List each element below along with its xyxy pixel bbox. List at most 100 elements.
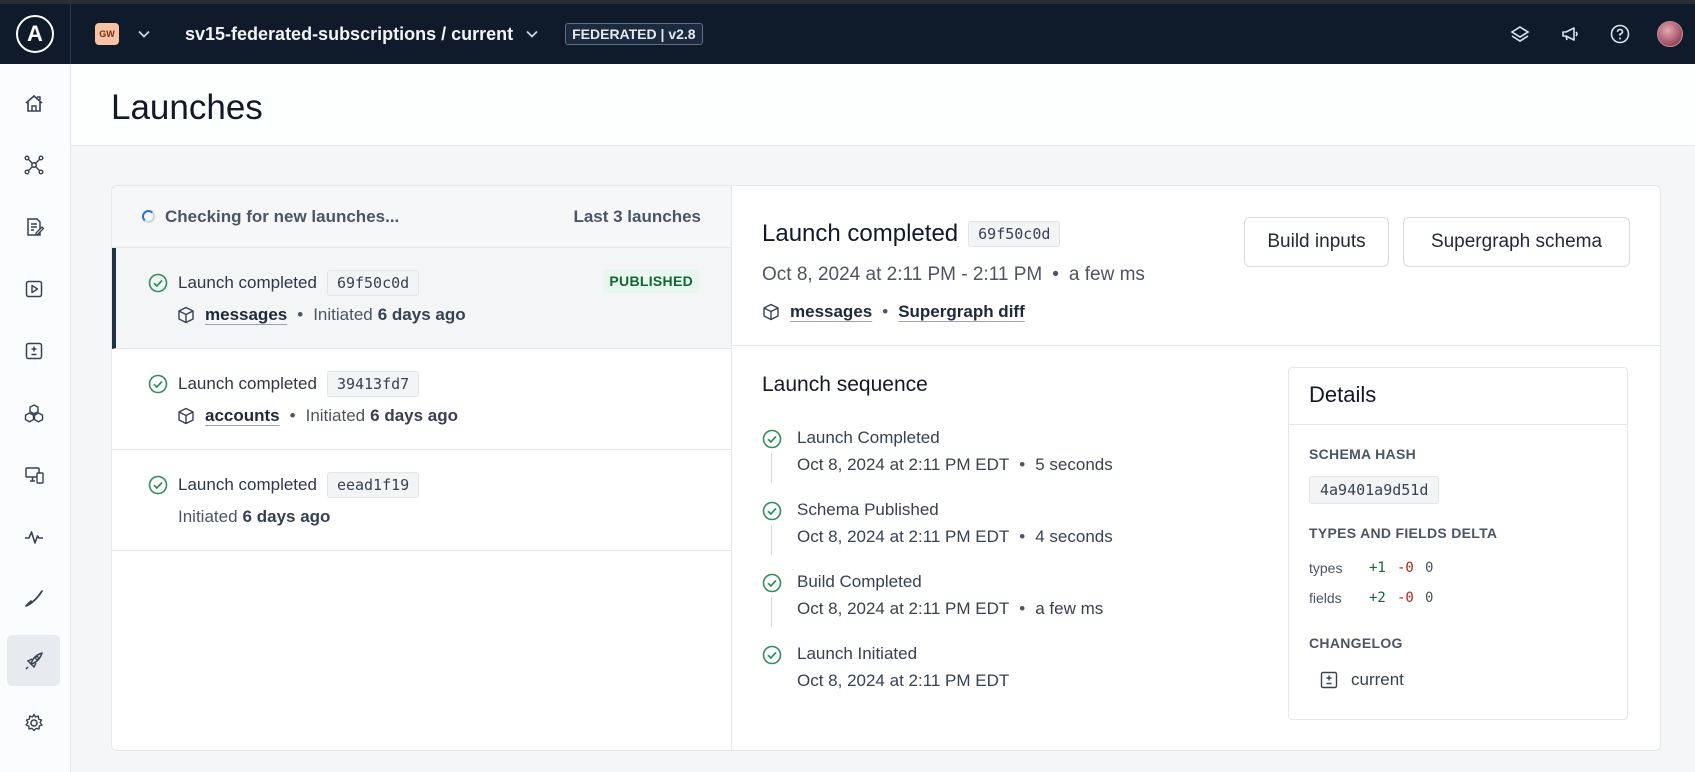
separator-dot: • [1052, 264, 1059, 285]
launch-status-label: Launch completed [178, 475, 317, 494]
subgraph-link[interactable]: messages [790, 302, 872, 322]
delta-key: types [1309, 560, 1343, 576]
changelog-label: CHANGELOG [1309, 635, 1403, 651]
step-time: Oct 8, 2024 at 2:11 PM EDT [797, 671, 1010, 690]
top-bar: A GW sv15-federated-subscriptions / curr… [0, 0, 1695, 64]
launch-detail-title: Launch completed 69f50c0d [762, 220, 1061, 248]
launches-icon[interactable] [7, 635, 60, 686]
types-delta-row: types +1 -0 0 [1309, 560, 1433, 576]
details-panel: Details SCHEMA HASH 4a9401a9d51d TYPES A… [1288, 367, 1628, 720]
build-inputs-button[interactable]: Build inputs [1244, 217, 1389, 267]
explorer-icon[interactable] [7, 263, 60, 314]
delta-added: +2 [1369, 590, 1386, 606]
supergraph-schema-button[interactable]: Supergraph schema [1403, 217, 1630, 267]
step-duration: 4 seconds [1035, 527, 1113, 546]
page-title: Launches [111, 88, 263, 127]
launch-list: Checking for new launches... Last 3 laun… [112, 186, 732, 750]
logo-container[interactable]: A [0, 4, 71, 64]
announcement-icon[interactable] [1545, 4, 1595, 64]
initiated-time: 6 days ago [370, 406, 459, 425]
chevron-down-icon[interactable] [137, 27, 151, 41]
cube-icon [178, 407, 194, 425]
launch-hash: 69f50c0d [326, 270, 420, 296]
launch-duration: a few ms [1068, 264, 1145, 285]
subgraph-link[interactable]: messages [205, 305, 287, 325]
separator-dot: • [289, 406, 296, 425]
changelog-entry[interactable]: current [1319, 670, 1404, 690]
step-name: Launch Completed [797, 428, 940, 447]
initiated-label: Initiated [178, 507, 238, 526]
initiated-label: Initiated [313, 305, 373, 324]
step-name: Schema Published [797, 500, 939, 519]
check-circle-icon [148, 374, 168, 394]
delta-removed: -0 [1397, 590, 1414, 606]
avatar[interactable] [1645, 4, 1695, 64]
launch-hash: 39413fd7 [326, 371, 420, 397]
graph-variant-selector[interactable]: sv15-federated-subscriptions / current [185, 24, 513, 45]
launch-detail-header: Launch completed 69f50c0d Oct 8, 2024 at… [732, 186, 1660, 346]
status-text: Checking for new launches... [142, 207, 399, 227]
check-circle-icon [148, 475, 168, 495]
details-title: Details [1289, 368, 1627, 425]
sequence-connector [771, 597, 772, 627]
cube-icon [178, 306, 194, 324]
launch-sequence-title: Launch sequence [762, 373, 928, 396]
delta-changed: 0 [1425, 590, 1434, 606]
check-circle-icon [148, 273, 168, 293]
user-avatar-image[interactable] [1657, 21, 1683, 47]
step-time: Oct 8, 2024 at 2:11 PM EDT • 5 seconds [797, 455, 1113, 474]
launch-list-item[interactable]: Launch completed eead1f19 Initiated 6 da… [112, 450, 731, 551]
supergraph-diff-link[interactable]: Supergraph diff [898, 302, 1025, 322]
sidebar-nav [0, 64, 71, 772]
help-icon[interactable] [1595, 4, 1645, 64]
check-circle-icon [762, 573, 782, 593]
launch-detail-hash: 69f50c0d [968, 221, 1061, 247]
check-circle-icon [762, 429, 782, 449]
step-name: Build Completed [797, 572, 922, 591]
page-header: Launches [71, 64, 1695, 146]
delta-key: fields [1309, 590, 1342, 606]
schema-hash-value: 4a9401a9d51d [1309, 476, 1440, 504]
delta-added: +1 [1369, 560, 1386, 576]
checks-icon[interactable] [7, 325, 60, 376]
clients-icon[interactable] [7, 449, 60, 500]
changelog-text[interactable]: current [1351, 670, 1404, 690]
diff-icon [1320, 671, 1338, 689]
separator-dot: • [882, 302, 889, 321]
launch-status-label: Launch completed [178, 374, 317, 393]
launch-list-item[interactable]: Launch completed 39413fd7 accounts • Ini… [112, 349, 731, 450]
org-badge[interactable]: GW [95, 23, 119, 45]
launch-detail: Launch completed 69f50c0d Oct 8, 2024 at… [732, 186, 1660, 750]
graph-icon[interactable] [7, 139, 60, 190]
launch-detail-status: Launch completed [762, 220, 959, 247]
chevron-down-icon[interactable] [525, 27, 539, 41]
settings-icon[interactable] [7, 697, 60, 748]
launch-count: Last 3 launches [573, 206, 701, 226]
launches-card: Checking for new launches... Last 3 laun… [111, 185, 1661, 751]
sequence-connector [771, 525, 772, 555]
cube-icon [763, 303, 779, 321]
schema-icon[interactable] [7, 201, 60, 252]
insights-icon[interactable] [7, 511, 60, 562]
home-icon[interactable] [7, 77, 60, 128]
sequence-connector [771, 453, 772, 483]
layers-icon[interactable] [1495, 4, 1545, 64]
step-name: Launch Initiated [797, 644, 918, 663]
initiated-time: 6 days ago [377, 305, 466, 324]
delta-changed: 0 [1425, 560, 1434, 576]
check-icon[interactable] [7, 573, 60, 624]
subgraphs-icon[interactable] [7, 387, 60, 438]
check-circle-icon [762, 501, 782, 521]
schema-hash-label: SCHEMA HASH [1309, 446, 1417, 462]
step-time: Oct 8, 2024 at 2:11 PM EDT • 4 seconds [797, 527, 1113, 546]
launch-status-label: Launch completed [178, 273, 317, 292]
step-time: Oct 8, 2024 at 2:11 PM EDT • a few ms [797, 599, 1104, 618]
initiated-time: 6 days ago [242, 507, 331, 526]
check-circle-icon [762, 645, 782, 665]
published-badge: PUBLISHED [603, 269, 699, 293]
launch-list-item[interactable]: Launch completed 69f50c0d PUBLISHED mess… [112, 248, 731, 349]
spinner-icon [142, 209, 155, 223]
apollo-logo[interactable]: A [16, 15, 54, 53]
subgraph-link[interactable]: accounts [205, 406, 280, 426]
launch-list-header: Checking for new launches... Last 3 laun… [112, 186, 731, 248]
